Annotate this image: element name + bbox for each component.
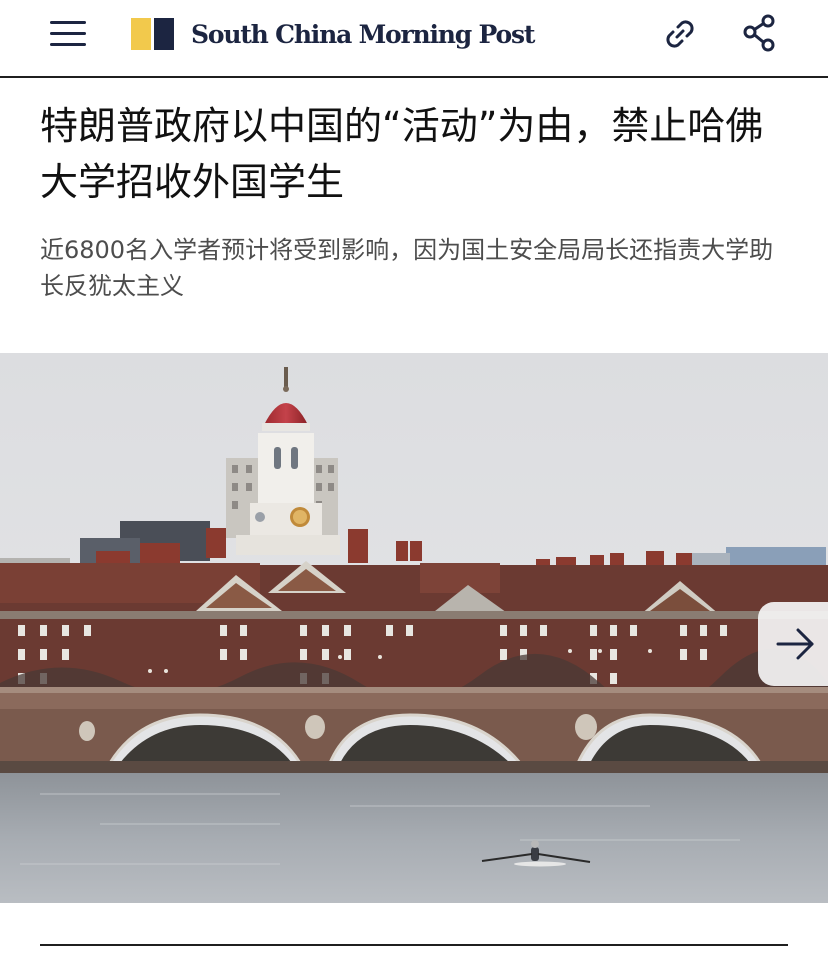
copy-link-button[interactable] (658, 12, 702, 56)
harvard-campus-photo (0, 353, 828, 903)
logo-mark-navy (154, 18, 174, 50)
article-headline: 特朗普政府以中国的“活动”为由，禁止哈佛大学招收外国学生 (40, 104, 764, 204)
menu-button[interactable] (44, 14, 92, 54)
logo-mark-yellow (131, 18, 151, 50)
hamburger-menu-icon (50, 21, 86, 24)
share-icon (743, 14, 775, 52)
hamburger-menu-icon (50, 43, 86, 46)
header-divider (0, 76, 828, 78)
top-bar: South China Morning Post (0, 0, 828, 76)
hamburger-menu-icon (50, 32, 86, 35)
brand-logo[interactable]: South China Morning Post (131, 16, 535, 52)
next-image-button[interactable] (758, 602, 828, 686)
content-divider (40, 944, 788, 946)
article-hero-image[interactable] (0, 353, 828, 903)
arrow-right-icon (776, 628, 814, 660)
link-icon (666, 20, 694, 48)
share-button[interactable] (738, 12, 782, 56)
article-subheadline: 近6800名入学者预计将受到影响，因为国土安全局局长还指责大学助长反犹太主义 (40, 236, 774, 300)
brand-name: South China Morning Post (191, 19, 535, 49)
